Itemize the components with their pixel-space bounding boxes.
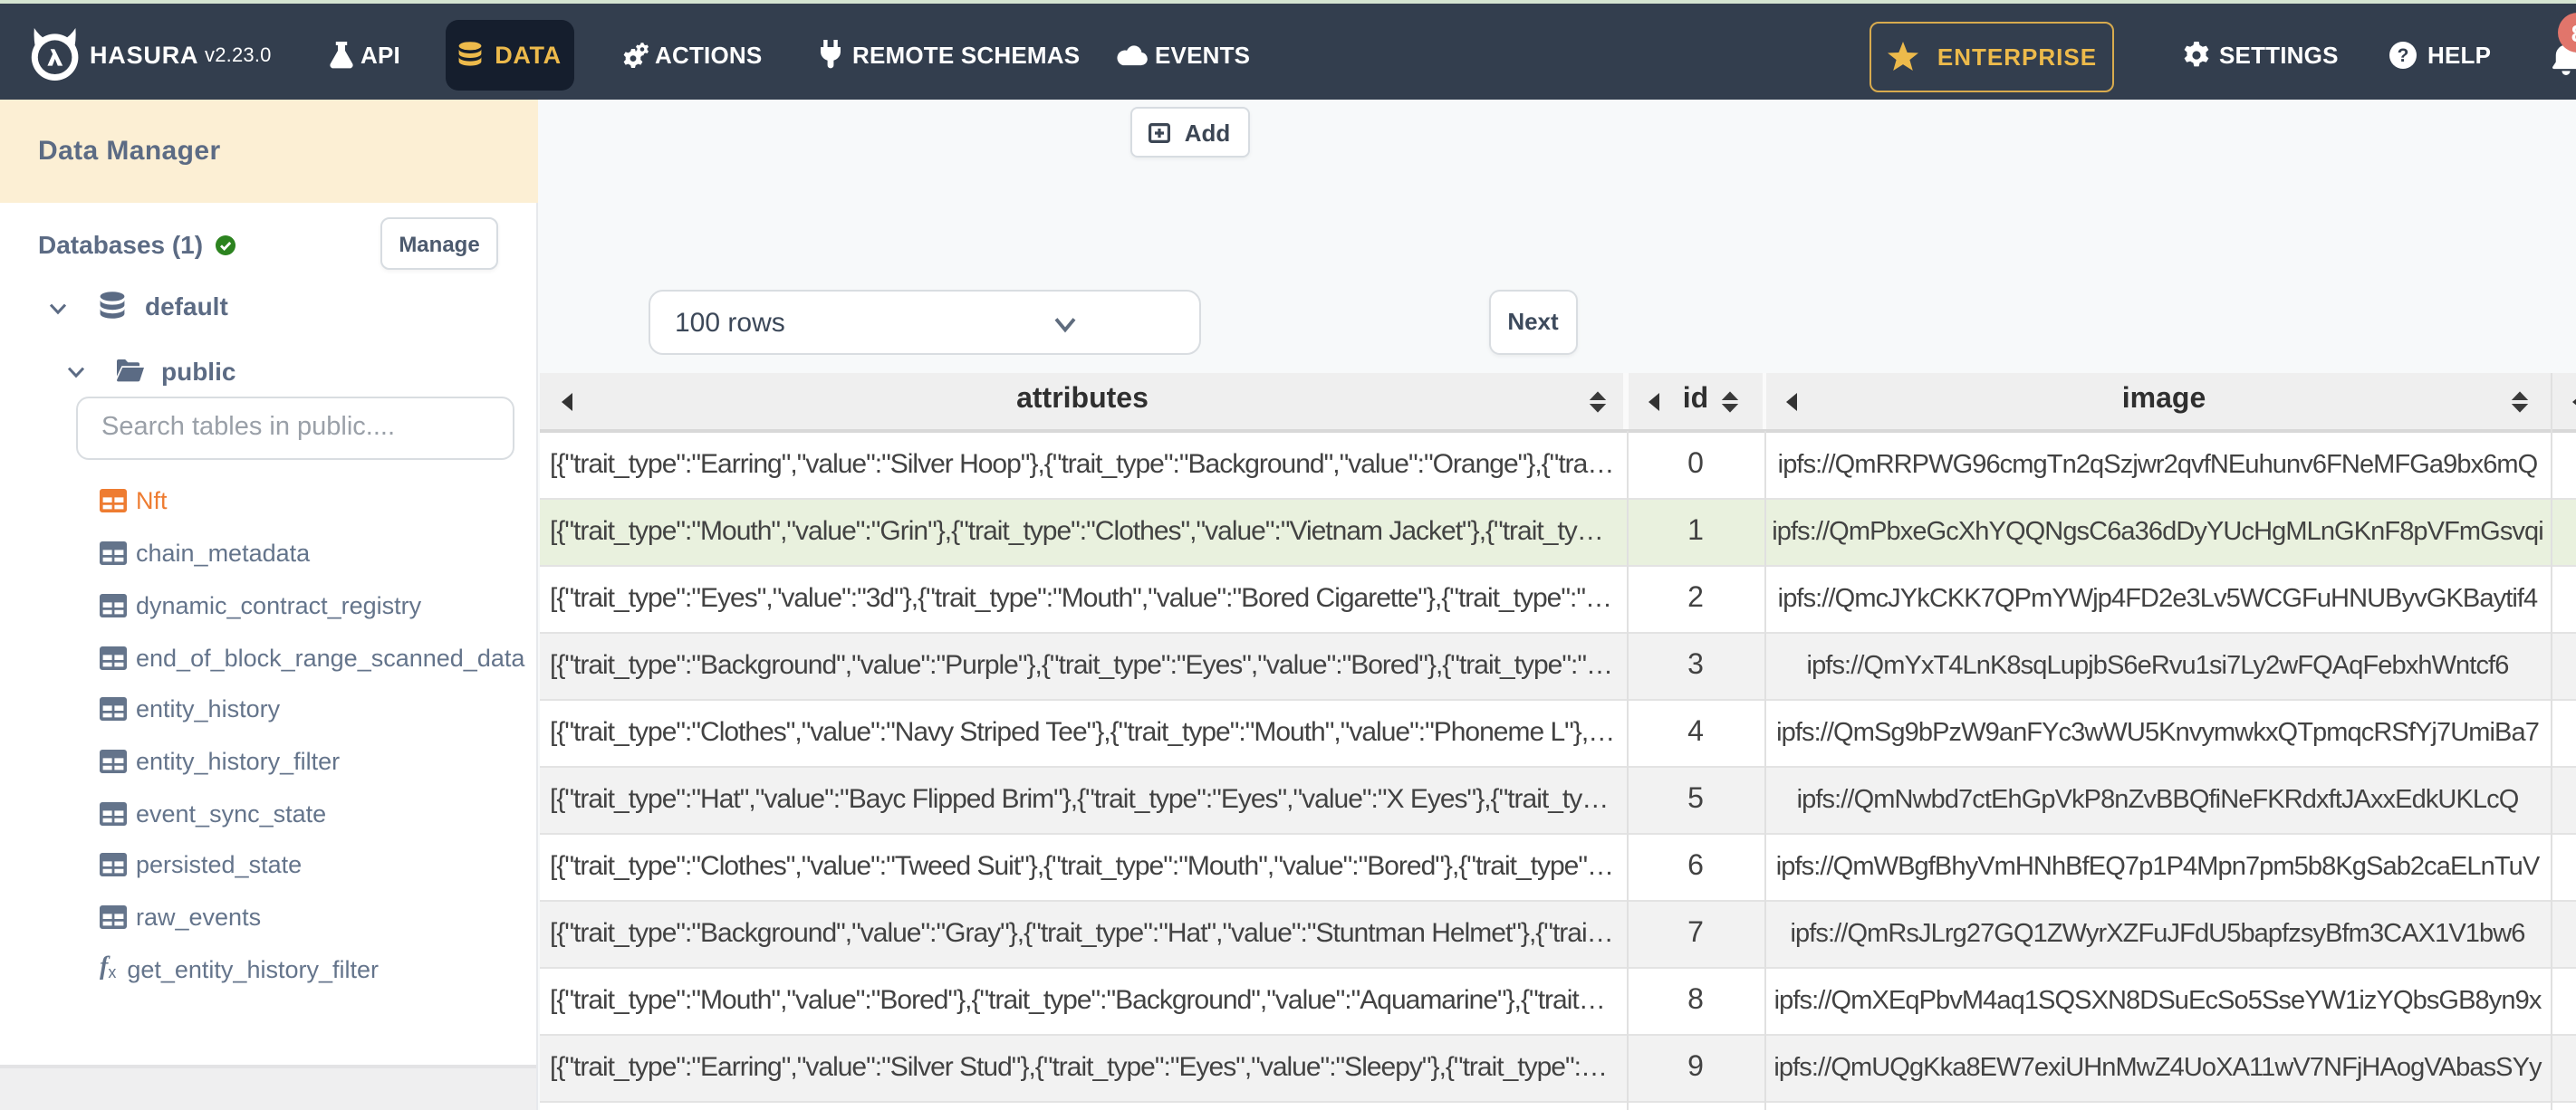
svg-text:?: ? xyxy=(2398,45,2409,66)
